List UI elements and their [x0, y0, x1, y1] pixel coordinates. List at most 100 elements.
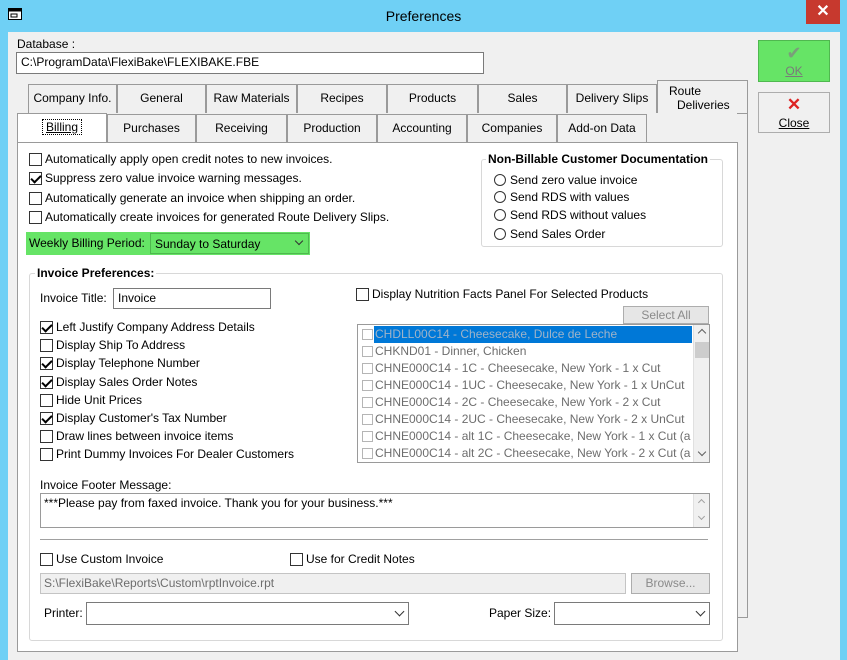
custom-invoice-checkbox[interactable]: [40, 553, 53, 566]
window-close-button[interactable]: ✕: [806, 0, 840, 24]
close-icon: ✕: [816, 3, 830, 20]
tab-companies[interactable]: Companies: [467, 114, 557, 143]
radio-sales-order[interactable]: [494, 228, 506, 240]
inv-option-label-1: Left Justify Company Address Details: [56, 320, 255, 334]
custom-invoice-label: Use Custom Invoice: [56, 552, 164, 566]
list-item-checkbox[interactable]: [362, 431, 373, 442]
tab-add-on-data[interactable]: Add-on Data: [557, 114, 647, 143]
inv-option-label-8: Print Dummy Invoices For Dealer Customer…: [56, 447, 295, 461]
inv-option-checkbox-5[interactable]: [40, 394, 53, 407]
close-x-icon: ✕: [786, 95, 802, 114]
credit-notes-label: Use for Credit Notes: [306, 552, 415, 566]
inv-option-checkbox-8[interactable]: [40, 448, 53, 461]
option-checkbox-1[interactable]: [29, 153, 42, 166]
radio-sales-order-label: Send Sales Order: [510, 227, 606, 241]
list-item-label: CHNE000C14 - 2UC - Cheesecake, New York …: [375, 412, 685, 426]
footer-scrollbar[interactable]: [693, 494, 709, 527]
inv-option-label-5: Hide Unit Prices: [56, 393, 143, 407]
product-list-scrollbar[interactable]: [693, 325, 709, 462]
list-item-label: CHNE000C14 - 1UC - Cheesecake, New York …: [375, 378, 685, 392]
inv-option-label-7: Draw lines between invoice items: [56, 429, 234, 443]
scrollbar-thumb[interactable]: [695, 342, 709, 358]
list-item[interactable]: CHDLL00C14 - Cheesecake, Dulce de Leche: [358, 326, 692, 343]
inv-option-checkbox-7[interactable]: [40, 430, 53, 443]
list-item-label: CHDLL00C14 - Cheesecake, Dulce de Leche: [375, 327, 618, 341]
inv-option-checkbox-6[interactable]: [40, 412, 53, 425]
radio-rds-without-label: Send RDS without values: [510, 208, 647, 222]
browse-button[interactable]: Browse...: [631, 573, 710, 594]
scroll-down-icon[interactable]: [697, 447, 707, 457]
tab-raw-materials[interactable]: Raw Materials: [206, 84, 297, 113]
list-item-checkbox[interactable]: [362, 346, 373, 357]
option-label-3: Automatically generate an invoice when s…: [45, 191, 356, 205]
scroll-up-icon[interactable]: [697, 328, 707, 338]
tab-billing[interactable]: Billing: [17, 113, 107, 143]
option-checkbox-3[interactable]: [29, 192, 42, 205]
tab-general[interactable]: General: [117, 84, 206, 113]
tab-company-info[interactable]: Company Info.: [28, 84, 117, 113]
tab-products[interactable]: Products: [387, 84, 478, 113]
scroll-up-icon[interactable]: [697, 498, 706, 507]
weekly-billing-label: Weekly Billing Period:: [29, 236, 145, 250]
list-item-checkbox[interactable]: [362, 397, 373, 408]
ok-button[interactable]: ✔ OK: [758, 40, 830, 82]
list-item-checkbox[interactable]: [362, 448, 373, 459]
weekly-billing-value: Sunday to Saturday: [155, 237, 261, 251]
chevron-down-icon: [394, 606, 405, 617]
paper-size-select[interactable]: [554, 602, 710, 625]
inv-option-label-6: Display Customer's Tax Number: [56, 411, 227, 425]
tab-route-deliveries[interactable]: Route Deliveries: [657, 80, 748, 113]
product-list[interactable]: CHDLL00C14 - Cheesecake, Dulce de Leche …: [357, 324, 710, 463]
option-label-1: Automatically apply open credit notes to…: [45, 152, 333, 166]
tab-purchases[interactable]: Purchases: [107, 114, 196, 143]
inv-option-checkbox-3[interactable]: [40, 357, 53, 370]
tab-sales[interactable]: Sales: [478, 84, 567, 113]
inv-option-checkbox-4[interactable]: [40, 376, 53, 389]
database-label: Database :: [17, 37, 76, 51]
tab-route-line2: Deliveries: [677, 98, 730, 112]
list-item-checkbox[interactable]: [362, 414, 373, 425]
list-item-checkbox[interactable]: [362, 363, 373, 374]
footer-message-input[interactable]: ***Please pay from faxed invoice. Thank …: [40, 493, 710, 528]
radio-rds-values-label: Send RDS with values: [510, 190, 630, 204]
database-path-field[interactable]: C:\ProgramData\FlexiBake\FLEXIBAKE.FBE: [16, 52, 484, 74]
tab-accounting[interactable]: Accounting: [377, 114, 467, 143]
radio-rds-without[interactable]: [494, 209, 506, 221]
custom-invoice-path[interactable]: S:\FlexiBake\Reports\Custom\rptInvoice.r…: [40, 573, 626, 594]
option-checkbox-2[interactable]: [29, 172, 42, 185]
nutrition-checkbox[interactable]: [356, 288, 369, 301]
printer-select[interactable]: [86, 602, 409, 625]
invoice-title-input[interactable]: Invoice: [113, 288, 271, 309]
inv-option-checkbox-1[interactable]: [40, 321, 53, 334]
invoice-title-label: Invoice Title:: [40, 291, 107, 305]
paper-size-label: Paper Size:: [489, 606, 552, 620]
list-item-label: CHNE000C14 - alt 1C - Cheesecake, New Yo…: [375, 429, 691, 443]
tab-recipes[interactable]: Recipes: [297, 84, 387, 113]
chevron-down-icon: [695, 606, 706, 617]
tab-production[interactable]: Production: [287, 114, 377, 143]
close-button[interactable]: ✕ Close: [758, 92, 830, 133]
inv-option-label-2: Display Ship To Address: [56, 338, 186, 352]
option-label-4: Automatically create invoices for genera…: [45, 210, 390, 224]
radio-zero-value[interactable]: [494, 174, 506, 186]
option-label-2: Suppress zero value invoice warning mess…: [45, 171, 302, 185]
list-item-checkbox[interactable]: [362, 380, 373, 391]
weekly-billing-select[interactable]: Sunday to Saturday: [150, 233, 309, 254]
inv-option-label-4: Display Sales Order Notes: [56, 375, 198, 389]
tab-receiving[interactable]: Receiving: [196, 114, 287, 143]
inv-option-checkbox-2[interactable]: [40, 339, 53, 352]
list-item-checkbox[interactable]: [362, 329, 373, 340]
scroll-down-icon[interactable]: [697, 512, 706, 521]
select-all-button[interactable]: Select All: [623, 306, 709, 324]
footer-message-label: Invoice Footer Message:: [40, 478, 172, 492]
credit-notes-checkbox[interactable]: [290, 553, 303, 566]
nonbillable-title: Non-Billable Customer Documentation: [486, 152, 711, 166]
option-checkbox-4[interactable]: [29, 211, 42, 224]
invoice-prefs-title: Invoice Preferences:: [35, 266, 157, 280]
radio-rds-values[interactable]: [494, 191, 506, 203]
tab-route-line1: Route: [669, 84, 702, 98]
close-label: Close: [778, 116, 810, 130]
tab-delivery-slips[interactable]: Delivery Slips: [567, 84, 657, 113]
window-title: Preferences: [385, 8, 462, 24]
tab-billing-label: Billing: [41, 119, 82, 135]
